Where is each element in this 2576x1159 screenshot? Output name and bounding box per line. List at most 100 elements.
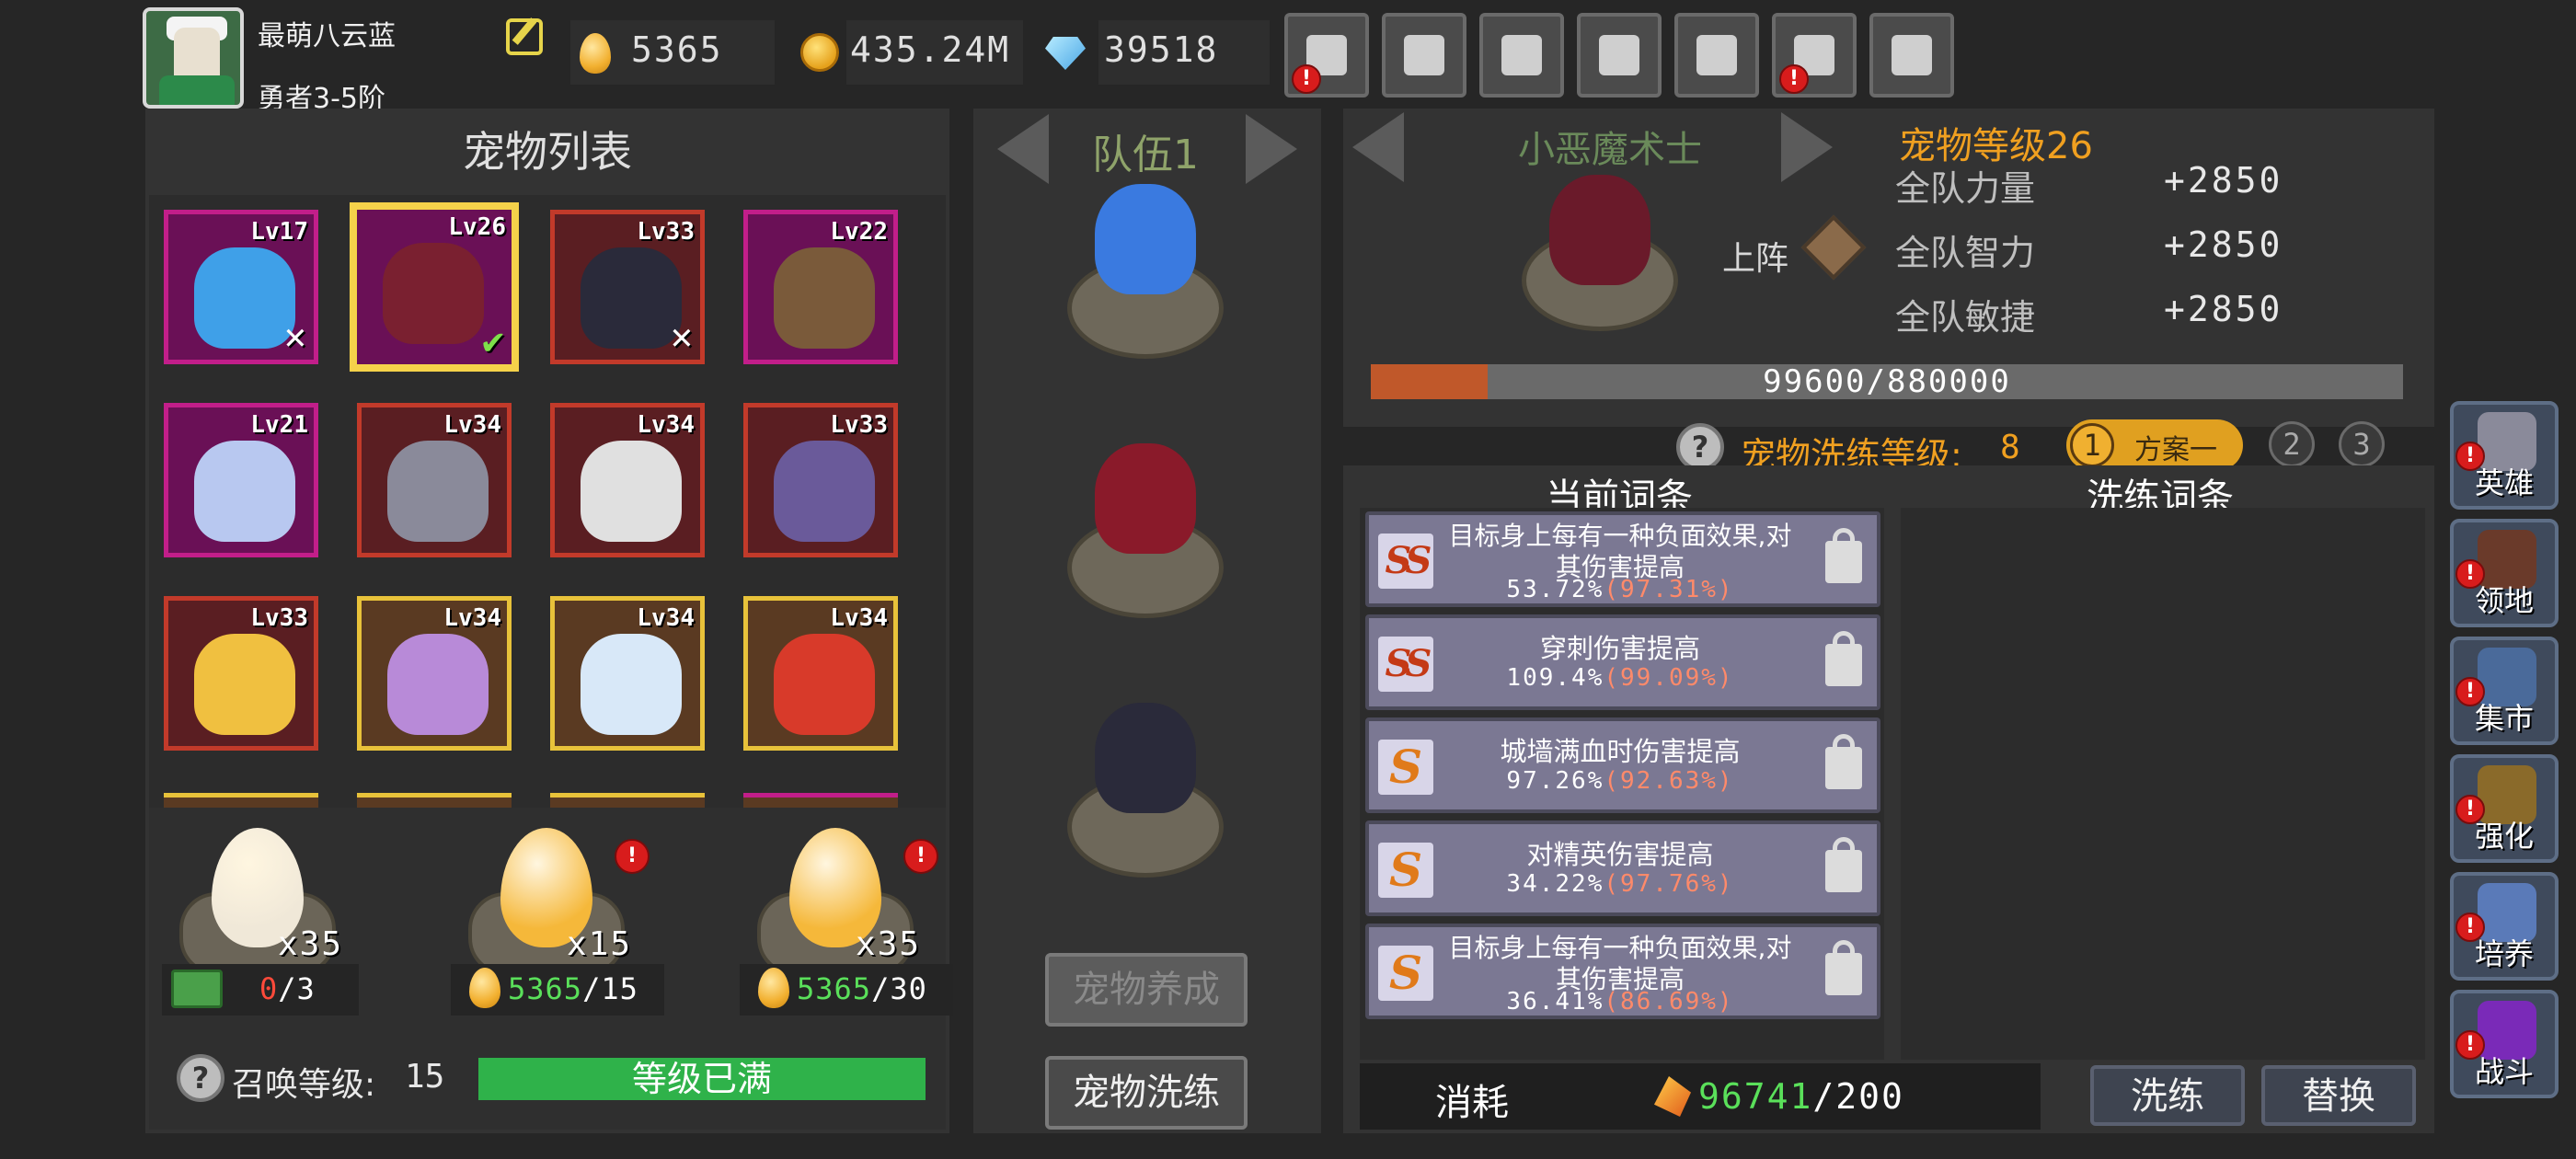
unlock-icon[interactable] xyxy=(1825,631,1862,686)
affix-card[interactable]: SS 目标身上每有一种负面效果,对其伤害提高 53.72%(97.31%) xyxy=(1365,511,1880,607)
gold-count: 435.24M xyxy=(850,29,1011,70)
affix-range: (86.69%) xyxy=(1604,988,1734,1016)
pet-card[interactable]: Lv22 xyxy=(743,210,898,364)
affix-card[interactable]: S 城墙满血时伤害提高 97.26%(92.63%) xyxy=(1365,717,1880,813)
unlock-icon[interactable] xyxy=(1825,940,1862,995)
team-member-sprite[interactable] xyxy=(1095,184,1196,294)
affix-value: 36.41% xyxy=(1506,988,1604,1016)
toolbar-gamepad-button[interactable] xyxy=(1479,13,1564,98)
replace-button[interactable]: 替换 xyxy=(2261,1065,2416,1126)
toolbar-settings-button[interactable] xyxy=(1577,13,1662,98)
pet-card[interactable]: Lv33 ✕ xyxy=(550,210,705,364)
egg-cost: 5365/15 xyxy=(508,971,638,1006)
settings-icon xyxy=(1599,35,1639,75)
egg-cost-value: 5365 xyxy=(508,971,583,1006)
side-menu-helmet[interactable]: ! 英雄 xyxy=(2450,401,2559,510)
affix-values: 53.72%(97.31%) xyxy=(1437,576,1803,603)
pet-card[interactable]: Lv34 xyxy=(550,596,705,751)
pet-card[interactable]: Lv34 xyxy=(357,596,512,751)
side-menu-market[interactable]: ! 集市 xyxy=(2450,637,2559,745)
plan-2-tab[interactable]: 2 xyxy=(2269,421,2315,467)
team-member-sprite[interactable] xyxy=(1095,443,1196,554)
reforge-help-icon[interactable]: ? xyxy=(1676,423,1724,471)
side-menu-label: 集市 xyxy=(2474,701,2534,736)
pet-card[interactable]: Lv21 xyxy=(164,403,318,557)
gamepad-icon xyxy=(1501,35,1542,75)
unlock-icon[interactable] xyxy=(1825,734,1862,789)
plan-1-number: 1 xyxy=(2070,423,2114,467)
gem-count: 39518 xyxy=(1104,29,1219,70)
affix-value: 34.22% xyxy=(1506,870,1604,898)
edit-name-icon[interactable] xyxy=(506,18,543,55)
stat-value: +2850 xyxy=(2164,160,2283,201)
toolbar-mail-button[interactable] xyxy=(1382,13,1466,98)
pet-sprite xyxy=(581,634,682,735)
team-next-arrow[interactable] xyxy=(1246,114,1297,184)
affix-card[interactable]: S 对精英伤害提高 34.22%(97.76%) xyxy=(1365,820,1880,916)
pet-card[interactable]: Lv33 xyxy=(164,596,318,751)
toolbar-crossed-swords-button[interactable] xyxy=(1869,13,1954,98)
video-ad-icon[interactable] xyxy=(171,970,223,1008)
pet-level: Lv33 xyxy=(830,411,888,439)
pet-card[interactable]: Lv34 xyxy=(357,403,512,557)
pet-card[interactable]: Lv33 xyxy=(743,403,898,557)
plan-1-tab[interactable]: 1 方案一 xyxy=(2066,419,2243,471)
alert-badge: ! xyxy=(1292,64,1321,94)
pet-list-title: 宠物列表 xyxy=(463,127,632,177)
pet-reforge-tab-button[interactable]: 宠物洗练 xyxy=(1045,1056,1248,1130)
affix-text: 城墙满血时伤害提高 xyxy=(1500,736,1741,767)
pet-prev-arrow[interactable] xyxy=(1352,112,1404,182)
exp-bar: 99600/880000 xyxy=(1371,364,2403,399)
egg-icon xyxy=(580,33,611,74)
pet-level: Lv34 xyxy=(830,604,888,632)
affix-grade: SS xyxy=(1378,534,1433,589)
affix-value: 53.72% xyxy=(1506,576,1604,603)
pet-level: Lv33 xyxy=(250,604,308,632)
pet-next-arrow[interactable] xyxy=(1781,112,1833,182)
side-menu-chalice[interactable]: ! 培养 xyxy=(2450,872,2559,981)
cost-value: 96741 xyxy=(1698,1076,1813,1117)
pet-sprite xyxy=(194,441,295,542)
affix-range: (99.09%) xyxy=(1604,664,1734,692)
exp-text: 99600/880000 xyxy=(1763,363,2011,400)
cost-label: 消耗 xyxy=(1435,1082,1509,1124)
pet-sprite xyxy=(774,634,875,735)
pet-card[interactable]: Lv26 ✔ xyxy=(350,202,519,372)
affix-values: 109.4%(99.09%) xyxy=(1437,664,1803,692)
pet-card[interactable]: Lv17 ✕ xyxy=(164,210,318,364)
unlock-icon[interactable] xyxy=(1825,837,1862,892)
toolbar-fireworks-button[interactable]: ! xyxy=(1772,13,1857,98)
affix-grade: S xyxy=(1378,843,1433,898)
player-avatar[interactable] xyxy=(143,7,244,109)
affix-value: 109.4% xyxy=(1506,664,1604,692)
pet-level: Lv21 xyxy=(250,411,308,439)
reforge-button[interactable]: 洗练 xyxy=(2090,1065,2245,1126)
pet-card[interactable]: Lv34 xyxy=(550,403,705,557)
affix-text: 对精英伤害提高 xyxy=(1526,839,1714,870)
pet-train-button[interactable]: 宠物养成 xyxy=(1045,953,1248,1027)
side-menu-crystal[interactable]: ! 强化 xyxy=(2450,754,2559,863)
pet-sprite xyxy=(581,247,682,349)
pet-card[interactable]: Lv34 xyxy=(743,596,898,751)
pet-level: Lv33 xyxy=(637,218,695,246)
team-prev-arrow[interactable] xyxy=(997,114,1049,184)
affix-card[interactable]: SS 穿刺伤害提高 109.4%(99.09%) xyxy=(1365,614,1880,710)
pet-sprite xyxy=(774,247,875,349)
summon-help-icon[interactable]: ? xyxy=(177,1054,224,1102)
affix-values: 34.22%(97.76%) xyxy=(1437,870,1803,898)
pet-sprite xyxy=(383,243,484,344)
egg-cost-max: /3 xyxy=(278,971,316,1006)
toolbar-color-wheel-button[interactable] xyxy=(1674,13,1759,98)
team-member-sprite[interactable] xyxy=(1095,703,1196,813)
affix-text: 目标身上每有一种负面效果,对其伤害提高 xyxy=(1448,521,1792,582)
toolbar-cart-button[interactable]: ! xyxy=(1284,13,1369,98)
egg-cost-value: 5365 xyxy=(797,971,872,1006)
side-menu-castle[interactable]: ! 领地 xyxy=(2450,519,2559,627)
plan-3-tab[interactable]: 3 xyxy=(2339,421,2385,467)
unlock-icon[interactable] xyxy=(1825,528,1862,583)
affix-text: 目标身上每有一种负面效果,对其伤害提高 xyxy=(1448,933,1792,994)
player-name: 最萌八云蓝 xyxy=(258,20,396,52)
affix-card[interactable]: S 目标身上每有一种负面效果,对其伤害提高 36.41%(86.69%) xyxy=(1365,924,1880,1019)
egg-cost-value: 0 xyxy=(259,971,279,1006)
side-menu-portal[interactable]: ! 战斗 xyxy=(2450,990,2559,1098)
